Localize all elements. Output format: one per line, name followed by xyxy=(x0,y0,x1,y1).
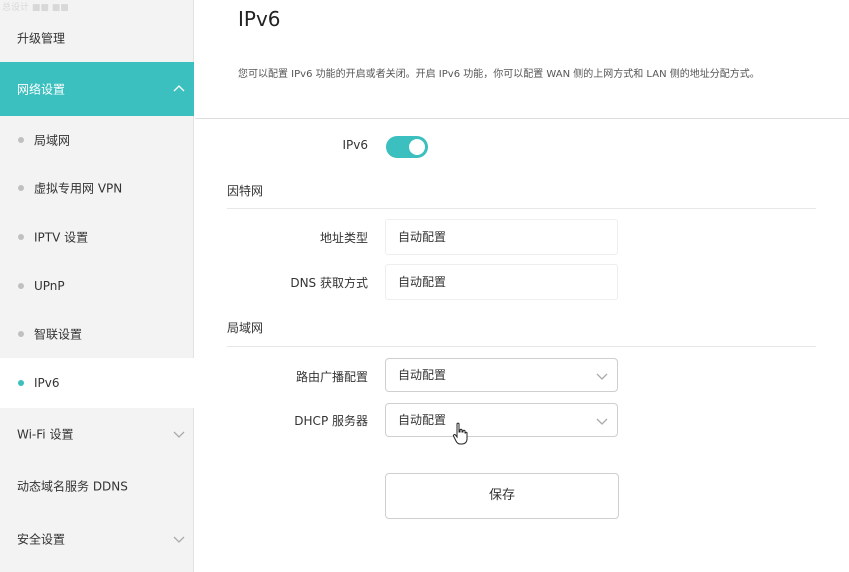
sidebar-item-label: IPv6 xyxy=(34,376,60,390)
chevron-down-icon xyxy=(173,431,185,438)
bullet-icon xyxy=(18,234,24,240)
sidebar: 总设计 ■■ ■■ 升级管理 网络设置 局域网 虚拟专用网 VPN IPTV 设… xyxy=(0,0,194,572)
sidebar-item-label: UPnP xyxy=(34,279,65,293)
sidebar-item-label: 局域网 xyxy=(34,133,71,148)
router-adv-select[interactable]: 自动配置 xyxy=(385,358,618,392)
save-button[interactable]: 保存 xyxy=(385,473,619,519)
dhcp-server-select[interactable]: 自动配置 xyxy=(385,403,618,437)
dns-mode-value: 自动配置 xyxy=(385,264,618,300)
page-description: 您可以配置 IPv6 功能的开启或者关闭。开启 IPv6 功能，你可以配置 WA… xyxy=(238,69,760,80)
nav-label: 网络设置 xyxy=(17,82,66,97)
nav-security-settings[interactable]: 安全设置 xyxy=(0,512,194,566)
dhcp-server-label: DHCP 服务器 xyxy=(294,414,368,428)
dhcp-server-selected: 自动配置 xyxy=(398,413,447,427)
sidebar-item-smart-connect[interactable]: 智联设置 xyxy=(0,310,194,358)
nav-network-settings[interactable]: 网络设置 xyxy=(0,62,194,116)
bullet-icon xyxy=(18,185,24,191)
sidebar-item-lan[interactable]: 局域网 xyxy=(0,116,194,164)
dns-mode-label: DNS 获取方式 xyxy=(290,276,368,290)
chevron-down-icon xyxy=(173,536,185,543)
sidebar-item-iptv[interactable]: IPTV 设置 xyxy=(0,212,194,262)
chevron-up-icon xyxy=(173,85,185,92)
chevron-down-icon xyxy=(596,418,608,425)
section-divider xyxy=(227,346,816,347)
nav-label: Wi-Fi 设置 xyxy=(17,427,74,442)
sidebar-item-label: 智联设置 xyxy=(34,327,83,342)
header-divider xyxy=(195,118,849,119)
section-divider xyxy=(227,208,816,209)
sidebar-item-ipv6[interactable]: IPv6 xyxy=(0,358,194,408)
router-adv-label: 路由广播配置 xyxy=(295,370,368,384)
ipv6-toggle[interactable] xyxy=(386,136,428,158)
toggle-knob xyxy=(409,139,425,155)
nav-label: 安全设置 xyxy=(17,532,66,547)
nav-wifi-settings[interactable]: Wi-Fi 设置 xyxy=(0,408,194,460)
nav-ddns[interactable]: 动态域名服务 DDNS xyxy=(0,460,194,512)
sidebar-item-vpn[interactable]: 虚拟专用网 VPN xyxy=(0,164,194,212)
nav-label: 动态域名服务 DDNS xyxy=(17,479,128,494)
ipv6-toggle-label: IPv6 xyxy=(342,138,368,152)
page-title: IPv6 xyxy=(238,7,281,31)
sidebar-item-label: 虚拟专用网 VPN xyxy=(34,181,123,196)
hand-pointer-cursor-icon xyxy=(452,422,468,445)
main-content: IPv6 您可以配置 IPv6 功能的开启或者关闭。开启 IPv6 功能，你可以… xyxy=(195,0,849,572)
sidebar-item-label: IPTV 设置 xyxy=(34,230,89,245)
bullet-icon xyxy=(18,283,24,289)
sidebar-faded-header: 总设计 ■■ ■■ xyxy=(2,3,69,13)
bullet-icon xyxy=(18,137,24,143)
nav-label: 升级管理 xyxy=(17,31,66,46)
bullet-icon xyxy=(18,331,24,337)
address-type-label: 地址类型 xyxy=(319,231,368,245)
section-title-lan: 局域网 xyxy=(227,321,264,335)
address-type-value: 自动配置 xyxy=(385,219,618,255)
nav-upgrade-management[interactable]: 升级管理 xyxy=(0,14,194,62)
sidebar-item-upnp[interactable]: UPnP xyxy=(0,262,194,310)
chevron-down-icon xyxy=(596,373,608,380)
section-title-internet: 因特网 xyxy=(227,184,264,198)
bullet-icon xyxy=(18,380,24,386)
router-adv-selected: 自动配置 xyxy=(398,368,447,382)
